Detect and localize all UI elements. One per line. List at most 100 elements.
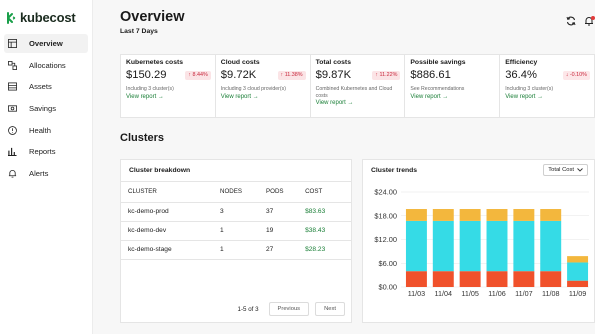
kpi-cloud-costs: Cloud costs $9.72K ↑ 11.38% Including 3 …	[216, 55, 311, 117]
kpi-value: 36.4%	[505, 69, 537, 81]
cluster-cost: $28.23	[298, 240, 351, 260]
sidebar-item-allocations[interactable]: Allocations	[4, 56, 88, 75]
sidebar-nav: Overview Allocations Assets Savings Heal…	[4, 34, 88, 186]
cluster-pods: 27	[259, 240, 299, 260]
previous-page-button[interactable]: Previous	[268, 302, 310, 316]
column-header[interactable]: NODES	[213, 182, 259, 203]
cluster-name: kc-demo-stage	[121, 240, 213, 260]
kpi-change-value: 11.38%	[284, 72, 303, 78]
y-tick-label: $0.00	[379, 283, 398, 292]
cluster-nodes: 1	[213, 240, 259, 260]
sidebar-item-savings[interactable]: Savings	[4, 99, 88, 118]
sidebar-item-health[interactable]: Health	[4, 121, 88, 140]
y-tick-label: $12.00	[374, 235, 397, 244]
kpi-title: Efficiency	[505, 59, 538, 66]
kpi-value: $150.29	[126, 69, 167, 81]
cluster-cost: $83.63	[298, 202, 351, 222]
kpi-note: Including 3 cluster(s)	[505, 86, 554, 92]
metric-select-value: Total Cost	[548, 167, 574, 173]
main-content: Overview Last 7 Days Kubernetes costs $1…	[93, 0, 595, 334]
x-tick-label: 11/09	[569, 289, 586, 298]
kpi-kubernetes-costs: Kubernetes costs $150.29 ↑ 8.44% Includi…	[121, 55, 216, 117]
bell-icon	[8, 170, 17, 178]
view-report-link[interactable]: View report →	[316, 100, 401, 106]
chart-bar-segment	[513, 220, 535, 272]
kpi-value: $9.87K	[315, 69, 352, 81]
sidebar-item-overview[interactable]: Overview	[4, 34, 88, 53]
chart-bar-segment	[540, 271, 562, 287]
chart-bar-segment	[405, 209, 427, 221]
x-tick-label: 11/07	[515, 289, 532, 298]
column-header[interactable]: PODS	[259, 182, 299, 203]
kpi-note: Including 3 cloud provider(s)	[220, 86, 286, 92]
refresh-icon[interactable]	[565, 15, 577, 27]
grid-icon	[8, 39, 17, 48]
kpi-panel: Kubernetes costs $150.29 ↑ 8.44% Includi…	[120, 54, 595, 118]
cluster-name: kc-demo-dev	[121, 221, 213, 241]
pagination: 1-5 of 3 Previous Next	[121, 302, 351, 316]
date-range-label: Last 7 Days	[120, 28, 158, 35]
chart-bar-segment	[567, 256, 589, 263]
chart-bar-segment	[540, 209, 562, 221]
table-row[interactable]: kc-demo-prod 3 37 $83.63	[121, 202, 351, 222]
kpi-total-costs: Total costs $9.87K ↑ 11.22% Combined Kub…	[311, 55, 406, 117]
logo[interactable]: kubecost	[7, 10, 76, 25]
x-tick-label: 11/03	[408, 289, 425, 298]
page-title: Overview	[120, 9, 185, 25]
kpi-note: See Recommendations	[410, 86, 465, 92]
chart-bar-segment	[486, 271, 508, 287]
kpi-note: Including 3 cluster(s)	[126, 86, 174, 92]
card-title: Cluster breakdown	[121, 160, 351, 182]
cluster-trends-chart: $24.00 $18.00 $12.00 $6.00 $0.00 11/03 11/04 11…	[374, 188, 589, 298]
cluster-cost: $38.43	[298, 221, 351, 241]
sidebar: kubecost Overview Allocations Assets Sav…	[0, 0, 93, 334]
sidebar-item-label: Alerts	[29, 169, 49, 179]
reports-icon	[8, 148, 17, 157]
cluster-nodes: 3	[213, 202, 259, 222]
cluster-pods: 19	[259, 221, 299, 241]
chart-bar-segment	[567, 262, 589, 281]
cluster-nodes: 1	[213, 221, 259, 241]
sidebar-item-label: Health	[29, 125, 51, 135]
chevron-down-icon	[577, 168, 583, 172]
view-report-link[interactable]: View report →	[126, 94, 211, 100]
app-name: kubecost	[20, 10, 76, 25]
kpi-title: Total costs	[315, 59, 351, 66]
table-row[interactable]: kc-demo-dev 1 19 $38.43	[121, 221, 351, 241]
chart-bar-segment	[432, 271, 454, 287]
chart-bar-segment	[459, 220, 481, 272]
savings-icon	[8, 105, 17, 112]
kpi-change-badge: ↓ -0.10%	[562, 70, 590, 80]
sidebar-item-reports[interactable]: Reports	[4, 142, 88, 161]
sidebar-item-assets[interactable]: Assets	[4, 77, 88, 96]
sidebar-item-label: Assets	[29, 82, 52, 92]
table-row[interactable]: kc-demo-stage 1 27 $28.23	[121, 240, 351, 260]
chart-bar-segment	[459, 271, 481, 287]
y-tick-label: $24.00	[374, 188, 397, 197]
cluster-trends-card: Cluster trends Total Cost $24.00 $18.00 $1…	[362, 159, 595, 323]
column-header[interactable]: COST	[298, 182, 351, 203]
clusters-section-title: Clusters	[120, 132, 165, 144]
x-tick-label: 11/04	[435, 289, 452, 298]
metric-select[interactable]: Total Cost	[543, 164, 588, 176]
x-tick-label: 11/05	[461, 289, 478, 298]
view-report-link[interactable]: View report →	[410, 94, 495, 100]
chart-bar-segment	[513, 209, 535, 221]
sidebar-item-alerts[interactable]: Alerts	[4, 164, 88, 183]
view-report-link[interactable]: View report →	[505, 94, 590, 100]
table-header-row: CLUSTER NODES PODS COST	[121, 182, 351, 203]
x-tick-label: 11/08	[542, 289, 559, 298]
column-header[interactable]: CLUSTER	[121, 182, 213, 203]
view-report-link[interactable]: View report →	[221, 94, 306, 100]
chart-bar-segment	[540, 220, 562, 272]
notification-bell-icon[interactable]	[583, 15, 595, 27]
health-icon	[8, 125, 17, 135]
cluster-name: kc-demo-prod	[121, 202, 213, 222]
kpi-title: Kubernetes costs	[126, 59, 184, 66]
kpi-possible-savings: Possible savings $886.61 See Recommendat…	[405, 55, 501, 117]
kpi-title: Possible savings	[410, 59, 466, 66]
next-page-button[interactable]: Next	[315, 302, 345, 316]
chart-bar-segment	[567, 280, 589, 287]
sidebar-item-label: Allocations	[29, 60, 66, 70]
chart-bar-segment	[432, 220, 454, 272]
